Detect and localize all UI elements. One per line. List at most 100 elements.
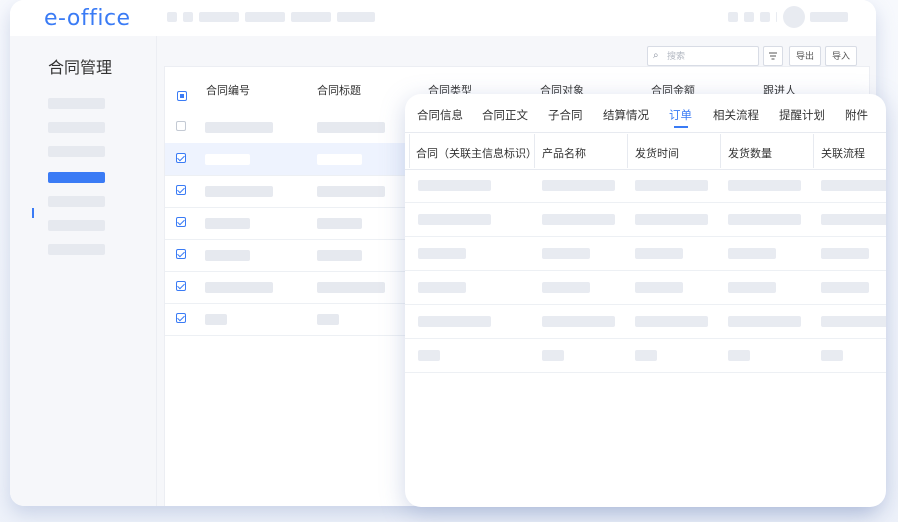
nav-placeholder[interactable] xyxy=(183,12,193,22)
cell-placeholder xyxy=(205,186,273,197)
cell-placeholder xyxy=(728,282,776,293)
avatar[interactable] xyxy=(783,6,805,28)
toolbar-icon-placeholder[interactable] xyxy=(744,12,754,22)
search-input[interactable]: ⌕ 搜索 xyxy=(647,46,759,66)
detail-row[interactable] xyxy=(405,237,886,271)
column-divider xyxy=(409,134,410,168)
row-checkbox[interactable] xyxy=(176,313,186,323)
cell-placeholder xyxy=(635,180,708,191)
cell-placeholder xyxy=(317,282,385,293)
tab-contract-info[interactable]: 合同信息 xyxy=(417,107,463,123)
cell-placeholder xyxy=(418,282,466,293)
cell-placeholder xyxy=(635,248,683,259)
column-divider xyxy=(813,134,814,168)
cell-placeholder xyxy=(728,248,776,259)
tab-sub-contract[interactable]: 子合同 xyxy=(548,107,583,123)
tab-orders[interactable]: 订单 xyxy=(669,107,692,123)
active-marker xyxy=(32,208,34,218)
toolbar-icon-placeholder[interactable] xyxy=(728,12,738,22)
sidebar: 合同管理 xyxy=(10,36,157,506)
row-checkbox[interactable] xyxy=(176,185,186,195)
tab-settlement[interactable]: 结算情况 xyxy=(603,107,649,123)
cell-placeholder xyxy=(317,186,385,197)
cell-placeholder xyxy=(821,316,886,327)
cell-placeholder xyxy=(542,248,590,259)
search-icon: ⌕ xyxy=(653,50,659,61)
detail-row[interactable] xyxy=(405,305,886,339)
cell-placeholder xyxy=(205,282,273,293)
cell-placeholder xyxy=(542,214,615,225)
sidebar-item[interactable] xyxy=(48,98,105,109)
column-header[interactable]: 产品名称 xyxy=(542,145,586,161)
cell-placeholder xyxy=(635,282,683,293)
nav-placeholder[interactable] xyxy=(167,12,177,22)
cell-placeholder xyxy=(317,218,362,229)
tab-reminder-plan[interactable]: 提醒计划 xyxy=(779,107,825,123)
cell-placeholder xyxy=(635,214,708,225)
cell-placeholder xyxy=(728,214,801,225)
cell-placeholder xyxy=(635,316,708,327)
tab-attachments[interactable]: 附件 xyxy=(845,107,868,123)
cell-placeholder xyxy=(542,180,615,191)
app-logo: e-office xyxy=(44,6,131,31)
detail-row[interactable] xyxy=(405,271,886,305)
cell-placeholder xyxy=(418,180,491,191)
sidebar-title: 合同管理 xyxy=(48,60,113,77)
cell-placeholder xyxy=(205,250,250,261)
column-divider xyxy=(627,134,628,168)
cell-placeholder xyxy=(418,214,491,225)
nav-placeholder[interactable] xyxy=(245,12,285,22)
cell-placeholder xyxy=(418,316,491,327)
row-checkbox[interactable] xyxy=(176,121,186,131)
cell-placeholder xyxy=(728,180,801,191)
column-header[interactable]: 合同（关联主信息标识） xyxy=(416,145,537,161)
column-header[interactable]: 发货时间 xyxy=(635,145,679,161)
row-checkbox[interactable] xyxy=(176,217,186,227)
username-placeholder xyxy=(810,12,848,22)
tab-related-flow[interactable]: 相关流程 xyxy=(713,107,759,123)
cell-placeholder xyxy=(821,248,869,259)
cell-placeholder xyxy=(821,180,886,191)
export-button[interactable]: 导出 xyxy=(789,46,821,66)
cell-placeholder xyxy=(317,122,385,133)
select-all-checkbox[interactable] xyxy=(177,91,187,101)
sidebar-item[interactable] xyxy=(48,220,105,231)
cell-placeholder xyxy=(418,350,440,361)
tab-contract-body[interactable]: 合同正文 xyxy=(482,107,528,123)
sidebar-item[interactable] xyxy=(48,196,105,207)
sidebar-item[interactable] xyxy=(48,244,105,255)
sidebar-item[interactable] xyxy=(48,122,105,133)
sidebar-item[interactable] xyxy=(48,146,105,157)
cell-placeholder xyxy=(205,154,250,165)
row-checkbox[interactable] xyxy=(176,153,186,163)
column-header[interactable]: 关联流程 xyxy=(821,145,865,161)
column-header[interactable]: 发货数量 xyxy=(728,145,772,161)
top-bar: e-office xyxy=(10,0,876,36)
nav-placeholder[interactable] xyxy=(337,12,375,22)
cell-placeholder xyxy=(821,282,869,293)
cell-placeholder xyxy=(542,282,590,293)
cell-placeholder xyxy=(635,350,657,361)
row-checkbox[interactable] xyxy=(176,249,186,259)
import-button[interactable]: 导入 xyxy=(825,46,857,66)
detail-row[interactable] xyxy=(405,203,886,237)
column-header[interactable]: 合同编号 xyxy=(206,82,250,98)
active-tab-indicator xyxy=(674,126,688,128)
column-header[interactable]: 合同标题 xyxy=(317,82,361,98)
cell-placeholder xyxy=(418,248,466,259)
sidebar-item-active[interactable] xyxy=(48,172,105,183)
nav-placeholder[interactable] xyxy=(199,12,239,22)
cell-placeholder xyxy=(728,316,801,327)
contract-detail-panel: 合同信息 合同正文 子合同 结算情况 订单 相关流程 提醒计划 附件 合同（关联… xyxy=(405,94,886,507)
cell-placeholder xyxy=(542,350,564,361)
filter-icon[interactable] xyxy=(763,46,783,66)
row-checkbox[interactable] xyxy=(176,281,186,291)
nav-placeholder[interactable] xyxy=(291,12,331,22)
cell-placeholder xyxy=(317,250,362,261)
detail-row[interactable] xyxy=(405,339,886,373)
column-divider xyxy=(534,134,535,168)
detail-row[interactable] xyxy=(405,169,886,203)
toolbar-icon-placeholder[interactable] xyxy=(760,12,770,22)
column-divider xyxy=(720,134,721,168)
cell-placeholder xyxy=(728,350,750,361)
